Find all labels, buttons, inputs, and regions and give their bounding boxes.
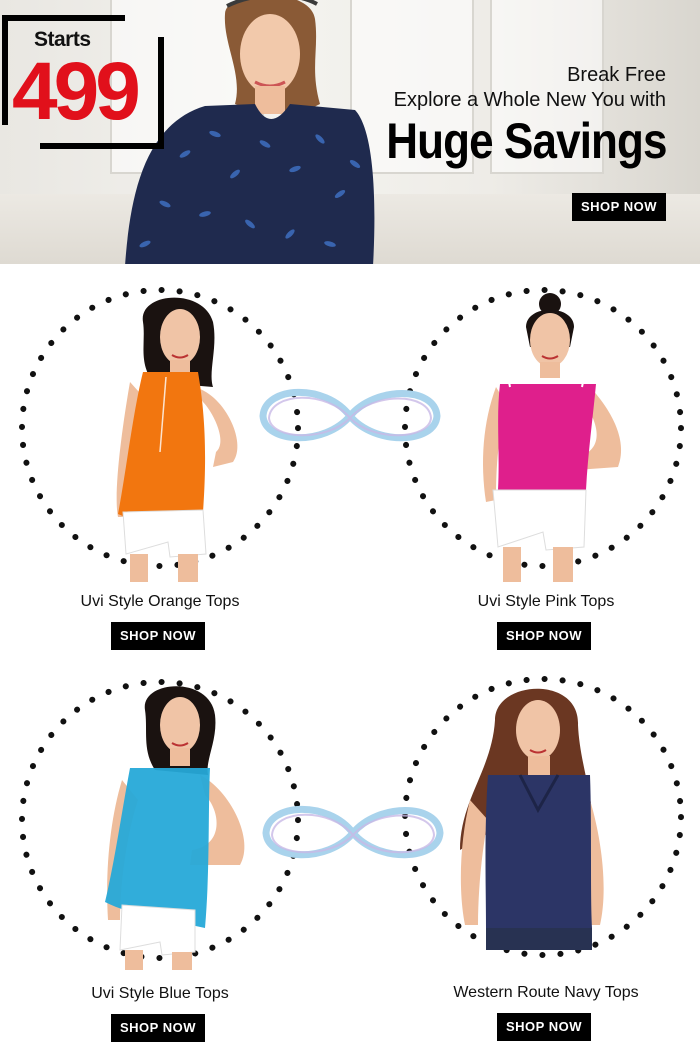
infinity-icon <box>259 388 441 442</box>
product-image-navy-top[interactable] <box>450 680 620 965</box>
hero-title: Huge Savings <box>386 113 668 169</box>
hero-banner[interactable]: Starts 499 Break Free Explore a Whole Ne… <box>0 0 700 264</box>
product-name-pink[interactable]: Uvi Style Pink Tops <box>446 593 646 611</box>
shop-now-button-navy[interactable]: SHOP NOW <box>497 1013 591 1041</box>
shop-now-button-pink[interactable]: SHOP NOW <box>497 622 591 650</box>
product-image-blue-top[interactable] <box>100 680 260 970</box>
shop-now-button-orange[interactable]: SHOP NOW <box>111 622 205 650</box>
product-image-orange-top[interactable] <box>108 292 258 582</box>
product-image-pink-top[interactable] <box>478 292 628 582</box>
hero-line-1: Break Free <box>567 64 666 86</box>
product-name-navy[interactable]: Western Route Navy Tops <box>431 984 661 1002</box>
hero-shop-now-button[interactable]: SHOP NOW <box>572 193 666 221</box>
product-name-blue[interactable]: Uvi Style Blue Tops <box>60 985 260 1003</box>
hero-line-2: Explore a Whole New You with <box>393 89 666 111</box>
shop-now-button-blue[interactable]: SHOP NOW <box>111 1014 205 1042</box>
product-name-orange[interactable]: Uvi Style Orange Tops <box>60 593 260 611</box>
price-badge-value: 499 <box>12 46 141 137</box>
infinity-icon <box>262 805 444 859</box>
